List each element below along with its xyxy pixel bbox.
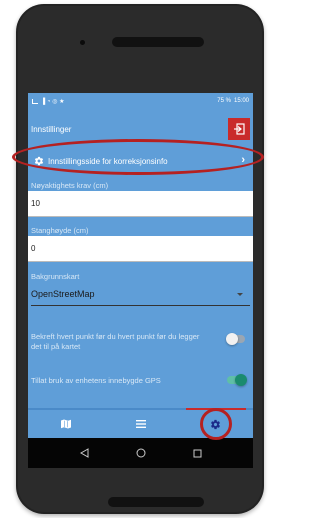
annotation-ellipse [12,139,264,175]
nav-list[interactable] [111,409,171,439]
signal-icon [32,98,38,104]
toggle-knob [226,333,238,345]
nav-map[interactable] [36,409,96,439]
status-icons-right: 75 % 15:00 [217,98,249,104]
background-map-value: OpenStreetMap [31,289,95,299]
confirm-point-toggle[interactable] [226,333,245,345]
system-navigation-bar [28,438,253,468]
status-bar: ▐ ◔ ◎ ★ 75 % 15:00 [28,93,253,109]
pole-height-label: Stanghøyde (cm) [31,226,89,235]
battery-level: 75 % [217,98,231,104]
clock: 15:00 [233,98,249,104]
status-icons-left: ▐ ◔ ◎ ★ [32,98,65,105]
front-camera [80,40,85,45]
accuracy-value: 10 [31,199,40,208]
dropdown-caret-icon [237,293,243,296]
background-map-label: Bakgrunnskart [31,272,80,281]
bottom-speaker [108,497,204,507]
exit-button[interactable] [228,118,250,140]
accuracy-label: Nøyaktighets krav (cm) [31,181,109,190]
map-icon [60,419,71,429]
back-icon[interactable] [79,448,89,458]
pole-height-field[interactable]: 0 [28,236,253,262]
toggle-knob [235,374,247,386]
list-icon [135,420,146,428]
accuracy-field[interactable]: 10 [28,191,253,217]
builtin-gps-label: Tillat bruk av enhetens innebygde GPS [31,376,161,385]
select-underline [31,305,250,306]
earpiece-speaker [112,37,204,47]
recents-icon[interactable] [193,449,202,458]
home-icon[interactable] [136,448,146,458]
annotation-circle [200,408,232,440]
exit-icon [234,123,245,135]
page-title: Innstillinger [31,124,72,134]
status-indicators: ▐ ◔ ◎ ★ [41,98,65,105]
confirm-point-label: Bekreft hvert punkt før du hvert punkt f… [31,332,200,351]
builtin-gps-toggle[interactable] [227,374,247,386]
pole-height-value: 0 [31,244,36,253]
